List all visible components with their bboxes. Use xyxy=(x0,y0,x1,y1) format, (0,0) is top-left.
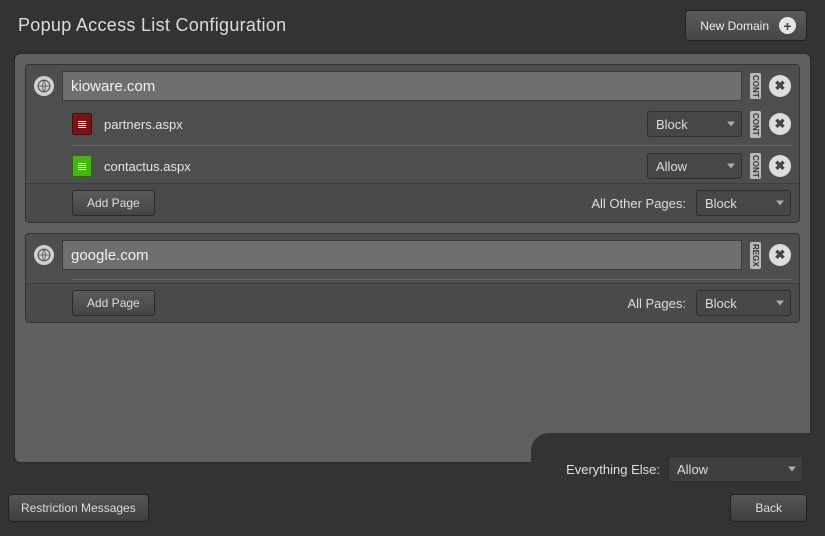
domain-name-input[interactable] xyxy=(62,240,742,270)
new-domain-button[interactable]: New Domain + xyxy=(685,10,807,41)
page-action-value: Allow xyxy=(656,159,687,174)
divider xyxy=(72,145,791,146)
page-icon: ≣ xyxy=(72,155,92,177)
chevron-down-icon xyxy=(727,164,735,169)
new-domain-label: New Domain xyxy=(700,19,769,33)
chevron-down-icon xyxy=(776,201,784,206)
page-name-input[interactable] xyxy=(100,155,639,178)
all-other-pages-select[interactable]: Block xyxy=(696,190,791,216)
page-action-value: Block xyxy=(656,117,688,132)
delete-domain-button[interactable]: ✖ xyxy=(769,75,791,97)
add-page-button[interactable]: Add Page xyxy=(72,290,155,316)
chevron-down-icon xyxy=(776,301,784,306)
chevron-down-icon xyxy=(727,122,735,127)
page-action-select[interactable]: Allow xyxy=(647,153,742,179)
page-row: ≣ Block CONT ✖ xyxy=(26,107,799,142)
all-pages-select[interactable]: Block xyxy=(696,290,791,316)
domain-name-input[interactable] xyxy=(62,71,742,101)
all-other-pages-value: Block xyxy=(705,196,737,211)
back-button[interactable]: Back xyxy=(730,494,807,522)
page-icon: ≣ xyxy=(72,113,92,135)
domain-block: REGX ✖ Add Page All Pages: Block xyxy=(25,233,800,323)
domain-list-panel: CONT ✖ ≣ Block CONT ✖ ≣ Allow CONT ✖ xyxy=(14,53,811,463)
divider xyxy=(72,279,791,280)
delete-domain-button[interactable]: ✖ xyxy=(769,244,791,266)
globe-icon xyxy=(34,76,54,96)
everything-else-value: Allow xyxy=(677,462,708,477)
match-type-badge: CONT xyxy=(750,153,761,180)
page-row: ≣ Allow CONT ✖ xyxy=(26,149,799,184)
chevron-down-icon xyxy=(788,467,796,472)
everything-else-select[interactable]: Allow xyxy=(668,456,803,482)
match-type-badge: CONT xyxy=(750,73,761,100)
all-other-pages-label: All Other Pages: xyxy=(591,196,686,211)
page-title: Popup Access List Configuration xyxy=(18,15,286,36)
delete-page-button[interactable]: ✖ xyxy=(769,155,791,177)
match-type-badge: CONT xyxy=(750,111,761,138)
globe-icon xyxy=(34,245,54,265)
add-page-button[interactable]: Add Page xyxy=(72,190,155,216)
all-pages-value: Block xyxy=(705,296,737,311)
all-pages-label: All Pages: xyxy=(627,296,686,311)
page-action-select[interactable]: Block xyxy=(647,111,742,137)
domain-block: CONT ✖ ≣ Block CONT ✖ ≣ Allow CONT ✖ xyxy=(25,64,800,223)
delete-page-button[interactable]: ✖ xyxy=(769,113,791,135)
plus-icon: + xyxy=(779,17,796,34)
page-name-input[interactable] xyxy=(100,113,639,136)
restriction-messages-button[interactable]: Restriction Messages xyxy=(8,494,149,522)
everything-else-label: Everything Else: xyxy=(566,462,660,477)
match-type-badge: REGX xyxy=(750,242,761,269)
